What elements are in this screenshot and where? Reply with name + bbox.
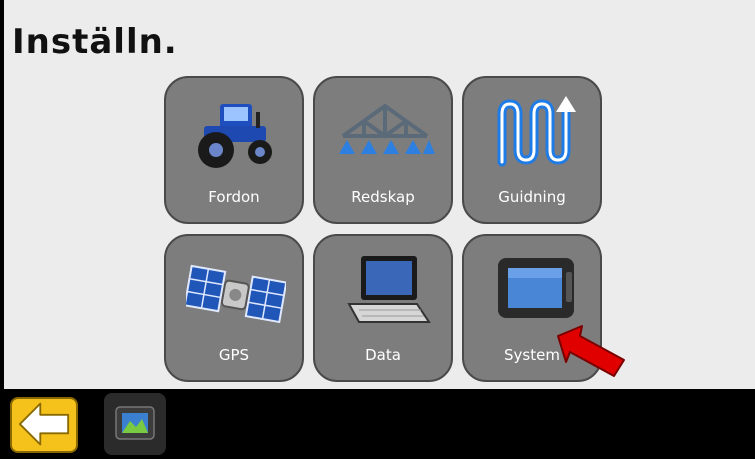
pointer-arrow-icon [557, 325, 625, 377]
tile-guidning[interactable]: Guidning [462, 76, 602, 224]
tractor-icon [198, 104, 272, 168]
home-console-button[interactable] [104, 393, 166, 455]
back-arrow-icon [18, 402, 70, 446]
back-button[interactable] [10, 397, 78, 453]
tile-label-redskap: Redskap [351, 188, 415, 206]
tile-data[interactable]: Data [313, 234, 453, 382]
satellite-icon [186, 264, 286, 324]
page-title: Inställn. [12, 22, 178, 62]
tile-label-guidning: Guidning [498, 188, 566, 206]
laptop-icon [347, 256, 431, 323]
tile-label-data: Data [365, 346, 401, 364]
tile-fordon[interactable]: Fordon [164, 76, 304, 224]
tile-gps[interactable]: GPS [164, 234, 304, 382]
sprayer-boom-icon [339, 103, 435, 154]
bottom-bar [0, 389, 755, 459]
guidance-path-icon [497, 96, 576, 167]
display-console-icon [115, 406, 155, 440]
tile-redskap[interactable]: Redskap [313, 76, 453, 224]
tile-label-gps: GPS [218, 346, 250, 364]
tile-label-fordon: Fordon [208, 188, 260, 206]
settings-screen: Inställn. Fordon Redskap Guidning GPS Da… [4, 0, 755, 389]
